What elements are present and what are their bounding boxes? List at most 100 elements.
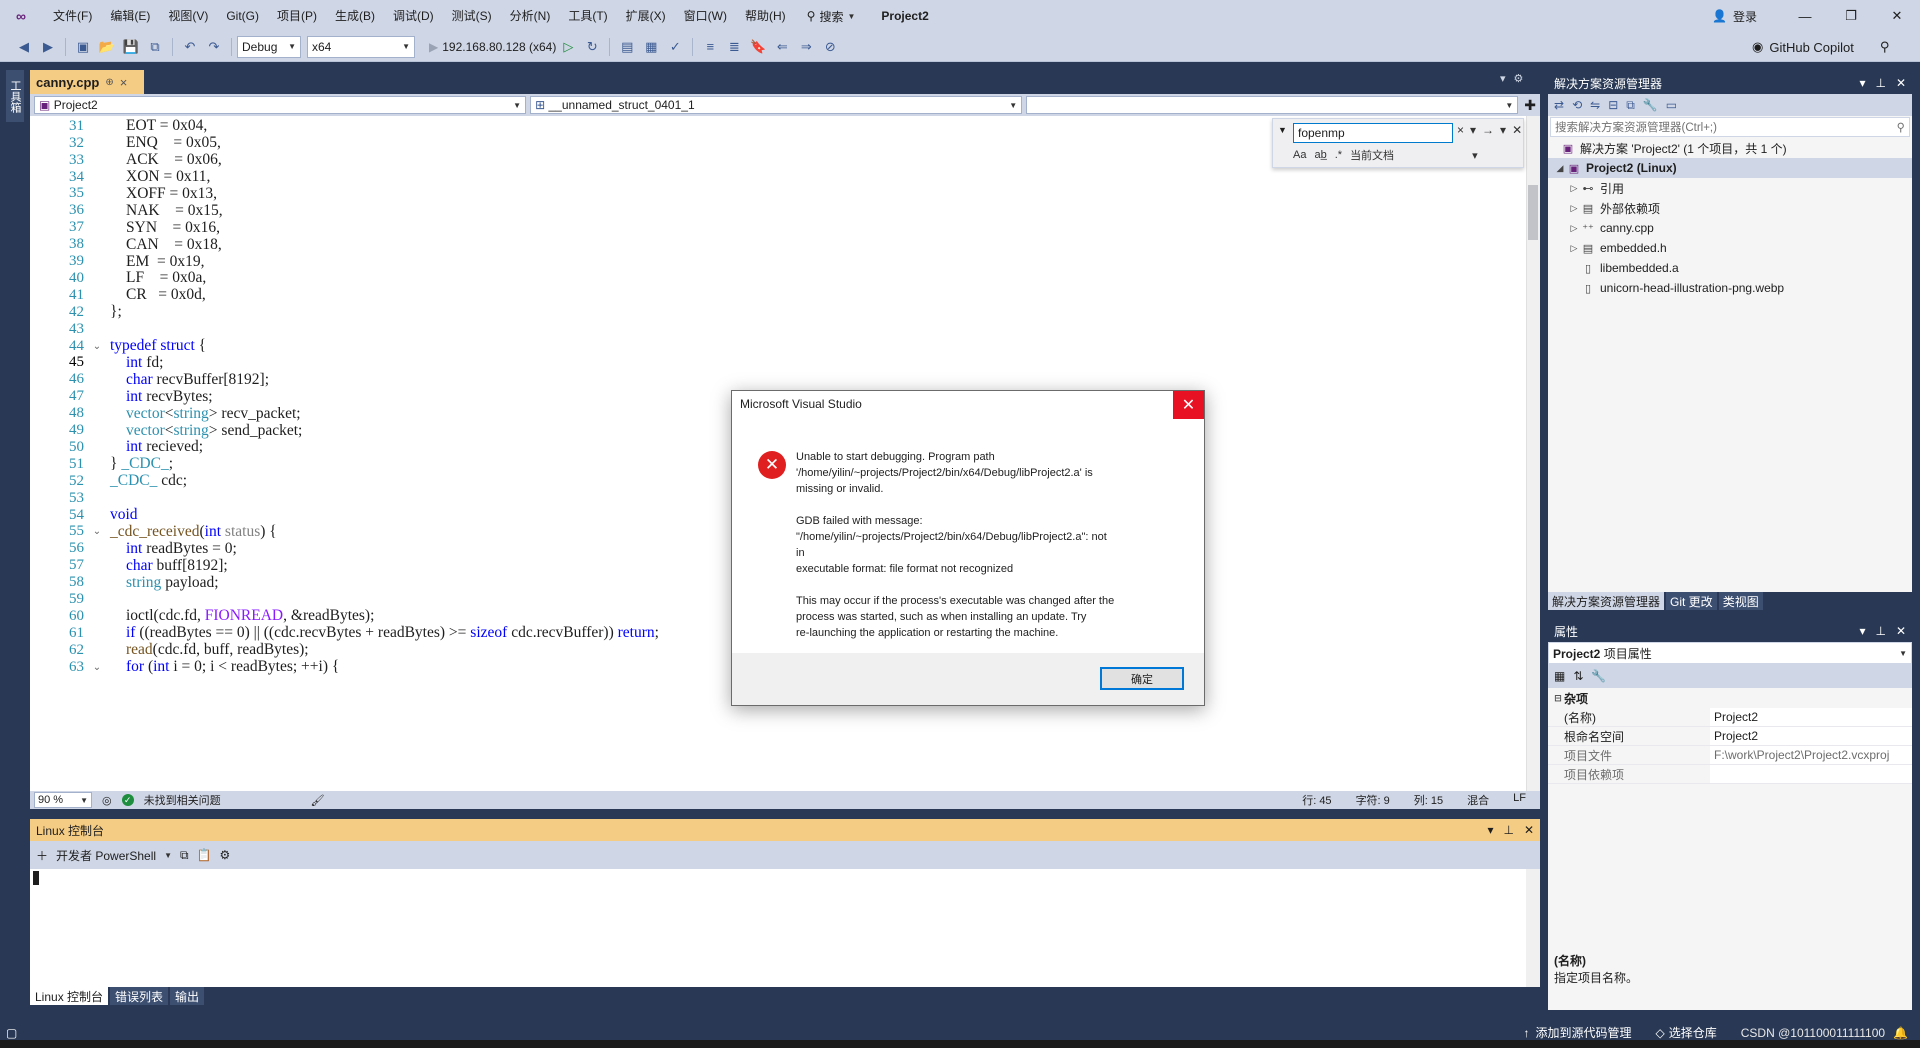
bottom-tab[interactable]: 输出 [170,987,205,1005]
add-to-source-control[interactable]: ↑ 添加到源代码管理 [1524,1024,1632,1041]
close-icon[interactable]: ✕ [1896,624,1906,638]
copy-icon[interactable]: ⧉ [180,848,189,863]
expand-arrow-icon[interactable]: ▷ [1568,243,1580,254]
editor-scroll-thumb[interactable] [1528,185,1538,240]
save-icon[interactable]: 💾 [121,37,141,57]
dropdown-icon[interactable]: ▾ [1859,624,1865,638]
console-scrollbar[interactable] [1526,869,1540,987]
brush-icon[interactable]: 🖌 [311,794,325,807]
collapse-icon[interactable]: ⊟ [1552,693,1564,704]
select-repo[interactable]: ◇ 选择仓库 [1656,1024,1717,1041]
pin-icon[interactable]: ⚲ [1880,39,1890,55]
sync-icon[interactable]: ⇋ [1590,98,1600,112]
redo-icon[interactable]: ↷ [204,37,224,57]
panel-tab[interactable]: 类视图 [1718,592,1763,610]
solution-node[interactable]: ▣ 解决方案 'Project2' (1 个项目，共 1 个) [1548,138,1912,158]
close-icon[interactable]: ✕ [1524,823,1534,837]
fold-icon[interactable]: ⌄ [92,341,102,352]
fold-icon[interactable]: ⌄ [92,662,102,673]
find-input[interactable]: fopenmp [1293,123,1453,143]
alphabetical-icon[interactable]: ⇅ [1573,669,1583,683]
next-bookmark-icon[interactable]: ⇒ [796,37,816,57]
comment-icon[interactable]: ≡ [700,37,720,57]
switch-view-icon[interactable]: ⇄ [1554,98,1564,112]
dropdown-icon[interactable]: ▾ [1859,76,1865,90]
restore-button[interactable]: ❐ [1828,0,1874,32]
eol-label[interactable]: LF [1513,792,1526,808]
zoom-dropdown[interactable]: 90 % ▼ [34,792,92,808]
menu-item[interactable]: 工具(T) [559,0,616,32]
menu-item[interactable]: 文件(F) [44,0,101,32]
expand-arrow-icon[interactable]: ▷ [1568,183,1580,194]
forward-icon[interactable]: ▶ [38,37,58,57]
close-icon[interactable]: × [120,75,128,90]
chevron-down-icon[interactable]: ▼ [164,851,172,860]
property-row[interactable]: (名称) Project2 [1548,708,1912,727]
minimize-button[interactable]: — [1782,0,1828,32]
menu-item[interactable]: 窗口(W) [675,0,736,32]
run-target-button[interactable]: ▶ 192.168.80.128 (x64) [429,40,556,54]
project-nav-dropdown[interactable]: ▣ Project2 ▼ [34,96,527,114]
issues-label[interactable]: 未找到相关问题 [144,792,221,808]
expand-replace-icon[interactable]: ▼ [1278,125,1287,135]
member-nav-dropdown[interactable]: ▼ [1026,96,1519,114]
collapse-icon[interactable]: ⊟ [1608,98,1618,112]
dialog-close-button[interactable]: ✕ [1173,391,1204,419]
pin-icon[interactable]: ⊥ [1875,624,1885,638]
spell-check-icon[interactable]: ✓ [665,37,685,57]
github-copilot-button[interactable]: ◉ GitHub Copilot ⚲ [1752,32,1889,62]
back-icon[interactable]: ◀ [14,37,34,57]
menu-item[interactable]: 调试(D) [384,0,443,32]
char-label[interactable]: 字符: 9 [1356,792,1390,808]
menu-item[interactable]: 分析(N) [501,0,560,32]
solution-search-input[interactable]: 搜索解决方案资源管理器(Ctrl+;) ⚲ [1550,117,1910,137]
tree-item[interactable]: ▯ libembedded.a [1548,258,1912,278]
col-label[interactable]: 列: 15 [1414,792,1443,808]
gear-icon[interactable]: ⚙ [1514,72,1524,85]
start-without-debug-icon[interactable]: ▷ [558,37,578,57]
wrench-icon[interactable]: 🔧 [1643,98,1658,112]
bottom-tab[interactable]: 错误列表 [110,987,169,1005]
console-output[interactable] [30,869,1540,987]
tree-item[interactable]: ▷ ⁺⁺ canny.cpp [1548,218,1912,238]
find-next-icon[interactable]: → [1482,123,1494,137]
property-row[interactable]: 项目文件 F:\work\Project2\Project2.vcxproj [1548,746,1912,765]
bottom-tab[interactable]: Linux 控制台 [30,987,109,1005]
close-icon[interactable]: ✕ [1896,76,1906,90]
dropdown-icon[interactable]: ▾ [1470,123,1476,137]
indent-label[interactable]: 混合 [1467,792,1489,808]
history-icon[interactable]: ⟲ [1572,98,1582,112]
row-label[interactable]: 行: 45 [1302,792,1331,808]
scope-nav-dropdown[interactable]: ⊞ __unnamed_struct_0401_1 ▼ [530,96,1023,114]
split-icon[interactable]: ✚ [1524,97,1536,114]
close-icon[interactable]: ✕ [1512,123,1522,137]
menu-item[interactable]: 生成(B) [326,0,384,32]
login-button[interactable]: 👤 登录 [1712,0,1757,32]
gear-icon[interactable]: ⚙ [220,848,231,862]
pin-icon[interactable]: ⊥ [1875,76,1885,90]
toolbox-tab[interactable]: 工具箱 [6,70,24,122]
menu-item[interactable]: Git(G) [217,0,268,32]
categorized-icon[interactable]: ▦ [1554,669,1565,683]
dropdown-icon[interactable]: ▾ [1500,72,1506,85]
menu-item[interactable]: 编辑(E) [101,0,159,32]
clear-bookmark-icon[interactable]: ⊘ [820,37,840,57]
expand-arrow-icon[interactable]: ▷ [1568,223,1580,234]
search-box[interactable]: ⚲ 搜索 ▼ [795,8,868,25]
properties-object-dropdown[interactable]: Project2 项目属性 ▼ [1548,642,1912,664]
expand-arrow-icon[interactable]: ▷ [1568,203,1580,214]
prev-bookmark-icon[interactable]: ⇐ [772,37,792,57]
show-all-icon[interactable]: ⧉ [1626,98,1635,113]
close-window-button[interactable]: ✕ [1874,0,1920,32]
preview-icon[interactable]: ▭ [1666,98,1677,112]
pin-icon[interactable]: ⊕ [105,77,113,88]
property-category[interactable]: ⊟ 杂项 [1548,688,1912,708]
fold-icon[interactable]: ⌄ [92,526,102,537]
pin-icon[interactable]: ⊥ [1503,823,1513,837]
layout-icon[interactable]: ▦ [641,37,661,57]
bell-icon[interactable]: 🔔 [1893,1026,1908,1040]
find-scope[interactable]: 当前文档 [1350,147,1394,163]
ok-button[interactable]: 确定 [1100,667,1184,690]
copilot-status-icon[interactable]: ◎ [102,794,112,807]
tree-item[interactable]: ▷ ⊷ 引用 [1548,178,1912,198]
